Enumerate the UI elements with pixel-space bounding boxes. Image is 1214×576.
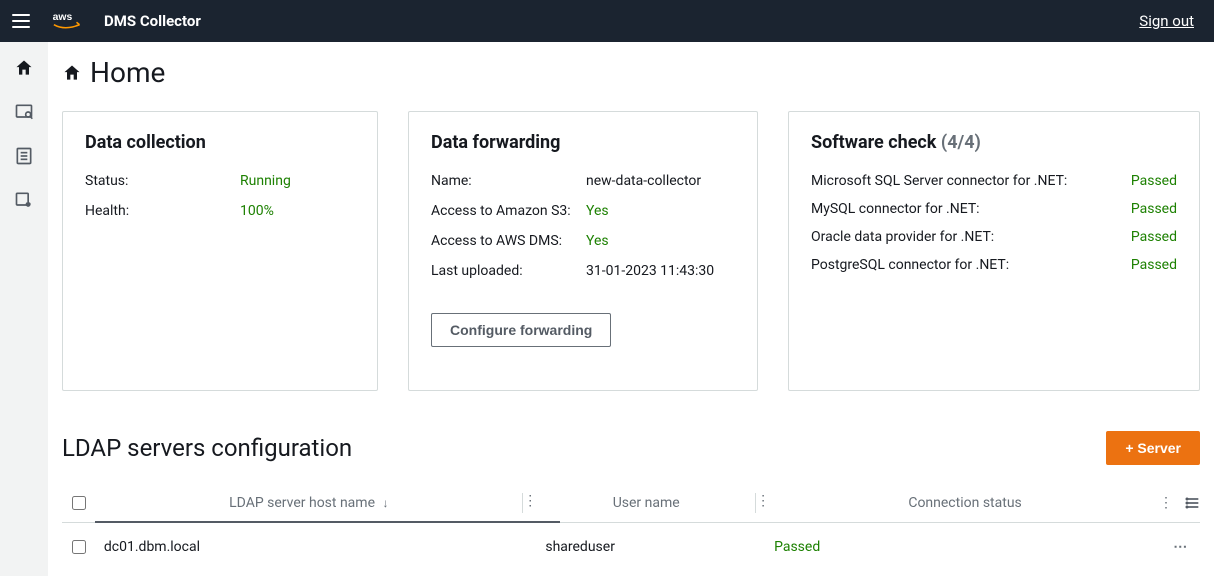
software-check-title: Software check (4/4) [811,132,1177,153]
page-title: Home [90,56,165,89]
sw-item-status: Passed [1131,201,1177,217]
sidebar-discovery-icon[interactable] [14,102,34,122]
df-dms-label: Access to AWS DMS: [431,233,586,249]
data-collection-card: Data collection Status: Running Health: … [62,111,378,391]
health-label: Health: [85,203,240,219]
column-divider-icon[interactable]: ⋮ [1159,495,1173,511]
health-value: 100% [240,203,274,219]
home-icon [62,63,82,83]
column-divider-icon[interactable]: ⋮ [522,493,537,513]
aws-logo: aws [52,10,90,32]
software-check-card: Software check (4/4) Microsoft SQL Serve… [788,111,1200,391]
software-check-title-text: Software check [811,132,936,153]
row-checkbox[interactable] [72,540,86,554]
sidebar-home-icon[interactable] [14,58,34,78]
sw-item-status: Passed [1131,229,1177,245]
column-settings-icon[interactable] [1185,495,1201,511]
sidebar-databases-icon[interactable] [14,146,34,166]
sw-item-status: Passed [1131,257,1177,273]
add-server-button[interactable]: + Server [1106,431,1200,465]
sort-desc-icon: ↓ [383,496,389,510]
df-s3-value: Yes [586,203,609,219]
table-header: LDAP server host name ↓ ⋮ User name ⋮ Co… [62,483,1200,523]
ldap-section-title: LDAP servers configuration [62,434,352,462]
data-collection-title: Data collection [85,132,355,153]
column-divider-icon[interactable]: ⋮ [755,493,770,513]
app-title: DMS Collector [104,12,1139,30]
sign-out-link[interactable]: Sign out [1139,12,1194,30]
status-label: Status: [85,173,240,189]
col-hostname[interactable]: LDAP server host name ↓ [95,495,522,511]
configure-forwarding-button[interactable]: Configure forwarding [431,313,611,347]
table-row[interactable]: dc01.dbm.local shareduser Passed ⋯ [62,523,1200,571]
page-title-row: Home [62,56,1214,89]
df-dms-value: Yes [586,233,609,249]
data-forwarding-title: Data forwarding [431,132,735,153]
ldap-table: LDAP server host name ↓ ⋮ User name ⋮ Co… [62,483,1200,571]
sw-item-name: PostgreSQL connector for .NET: [811,257,1111,273]
sidebar [0,42,48,576]
df-uploaded-label: Last uploaded: [431,263,586,279]
df-uploaded-value: 31-01-2023 11:43:30 [586,263,714,279]
top-bar: aws DMS Collector Sign out [0,0,1214,42]
svg-text:aws: aws [53,12,73,23]
select-all-checkbox[interactable] [72,496,86,510]
sw-item-name: Microsoft SQL Server connector for .NET: [811,173,1111,189]
data-forwarding-card: Data forwarding Name: new-data-collector… [408,111,758,391]
cell-hostname: dc01.dbm.local [96,539,530,555]
df-name-value: new-data-collector [586,173,701,189]
sw-item-name: MySQL connector for .NET: [811,201,1111,217]
main-content: Home Data collection Status: Running Hea… [48,42,1214,576]
col-status[interactable]: Connection status [770,495,1160,511]
status-value: Running [240,173,291,189]
row-actions-icon[interactable]: ⋯ [1173,539,1189,555]
df-s3-label: Access to Amazon S3: [431,203,586,219]
sw-item-status: Passed [1131,173,1177,189]
col-user[interactable]: User name [537,495,755,511]
df-name-label: Name: [431,173,586,189]
cell-user: shareduser [537,539,758,555]
col-hostname-label: LDAP server host name [229,495,375,511]
sidebar-health-icon[interactable] [14,190,34,210]
hamburger-menu-icon[interactable] [12,9,36,33]
cell-status: Passed [766,539,1162,555]
sw-item-name: Oracle data provider for .NET: [811,229,1111,245]
software-check-count: (4/4) [941,132,981,153]
